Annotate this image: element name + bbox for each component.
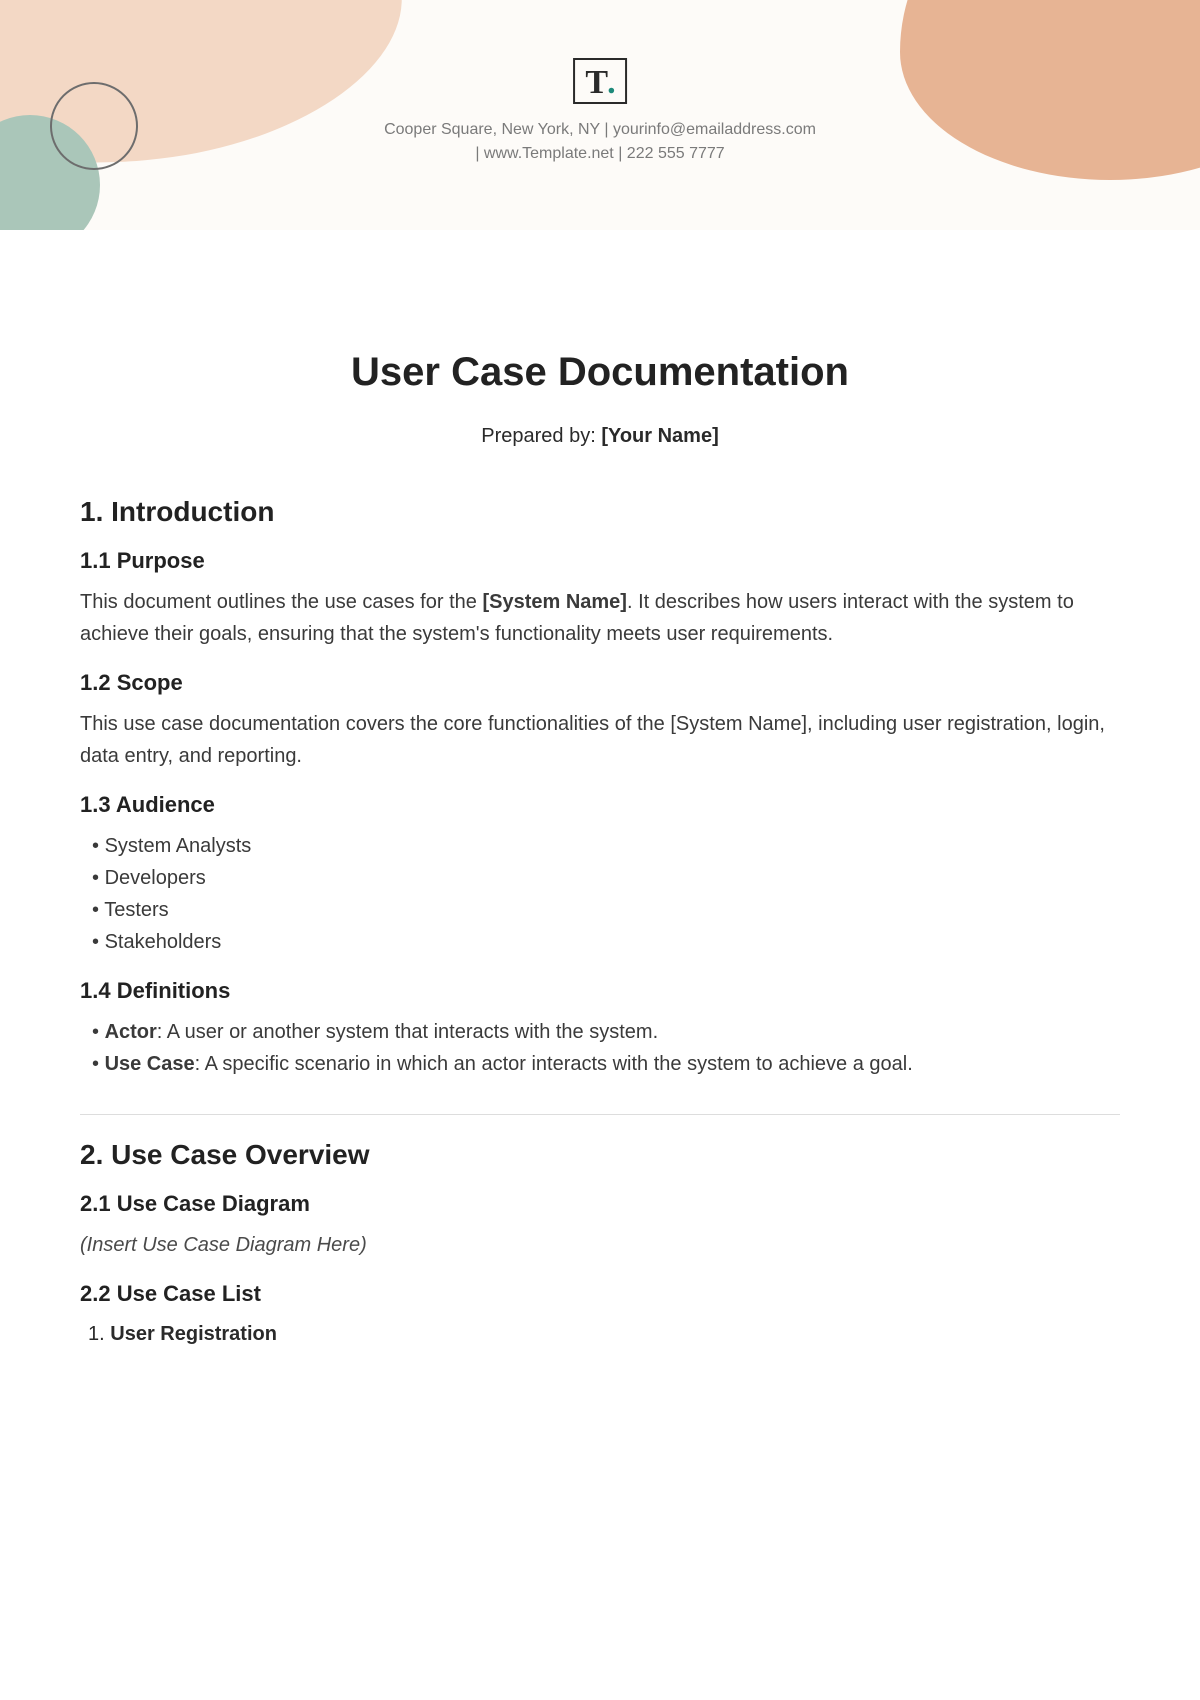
decor-circle-outline-icon <box>50 82 138 170</box>
byline: Prepared by: [Your Name] <box>80 425 1120 448</box>
byline-label: Prepared by: <box>481 425 601 447</box>
page-header: T. Cooper Square, New York, NY | yourinf… <box>0 0 1200 230</box>
def-text: : A user or another system that interact… <box>157 1021 658 1043</box>
list-item: Testers <box>92 894 1120 926</box>
diagram-placeholder: (Insert Use Case Diagram Here) <box>80 1229 1120 1261</box>
list-item: 1. User Registration <box>88 1319 1120 1349</box>
contact-line-1: Cooper Square, New York, NY | yourinfo@e… <box>384 118 816 142</box>
def-text: : A specific scenario in which an actor … <box>195 1053 913 1075</box>
page-title: User Case Documentation <box>80 350 1120 395</box>
section-1-1-paragraph: This document outlines the use cases for… <box>80 586 1120 650</box>
decor-blob-top-right <box>900 0 1200 180</box>
def-term: Actor <box>105 1021 157 1043</box>
list-item: Actor: A user or another system that int… <box>92 1016 1120 1048</box>
s11-pre: This document outlines the use cases for… <box>80 591 482 613</box>
list-item: Stakeholders <box>92 926 1120 958</box>
list-item: System Analysts <box>92 830 1120 862</box>
def-term: Use Case <box>105 1053 195 1075</box>
section-1-4-heading: 1.4 Definitions <box>80 978 1120 1004</box>
list-label: User Registration <box>110 1323 277 1345</box>
section-1-3-heading: 1.3 Audience <box>80 792 1120 818</box>
list-item: Use Case: A specific scenario in which a… <box>92 1048 1120 1080</box>
logo-and-contact: T. Cooper Square, New York, NY | yourinf… <box>384 58 816 166</box>
section-2-1-heading: 2.1 Use Case Diagram <box>80 1191 1120 1217</box>
section-1-2-heading: 1.2 Scope <box>80 670 1120 696</box>
use-case-list: 1. User Registration <box>80 1319 1120 1349</box>
section-1-heading: 1. Introduction <box>80 496 1120 528</box>
section-1-2-paragraph: This use case documentation covers the c… <box>80 708 1120 772</box>
list-num: 1. <box>88 1323 105 1345</box>
contact-info: Cooper Square, New York, NY | yourinfo@e… <box>384 118 816 166</box>
logo-letter: T <box>585 64 607 101</box>
audience-list: System Analysts Developers Testers Stake… <box>80 830 1120 958</box>
definitions-list: Actor: A user or another system that int… <box>80 1016 1120 1080</box>
logo-dot: . <box>607 66 615 100</box>
logo-icon: T. <box>573 58 626 104</box>
section-1-1-heading: 1.1 Purpose <box>80 548 1120 574</box>
list-item: Developers <box>92 862 1120 894</box>
section-2-heading: 2. Use Case Overview <box>80 1139 1120 1171</box>
section-2-2-heading: 2.2 Use Case List <box>80 1281 1120 1307</box>
section-divider <box>80 1114 1120 1115</box>
s11-system-name: [System Name] <box>482 591 627 613</box>
contact-line-2: | www.Template.net | 222 555 7777 <box>384 142 816 166</box>
byline-name: [Your Name] <box>601 425 718 447</box>
document-body: User Case Documentation Prepared by: [Yo… <box>0 230 1200 1389</box>
